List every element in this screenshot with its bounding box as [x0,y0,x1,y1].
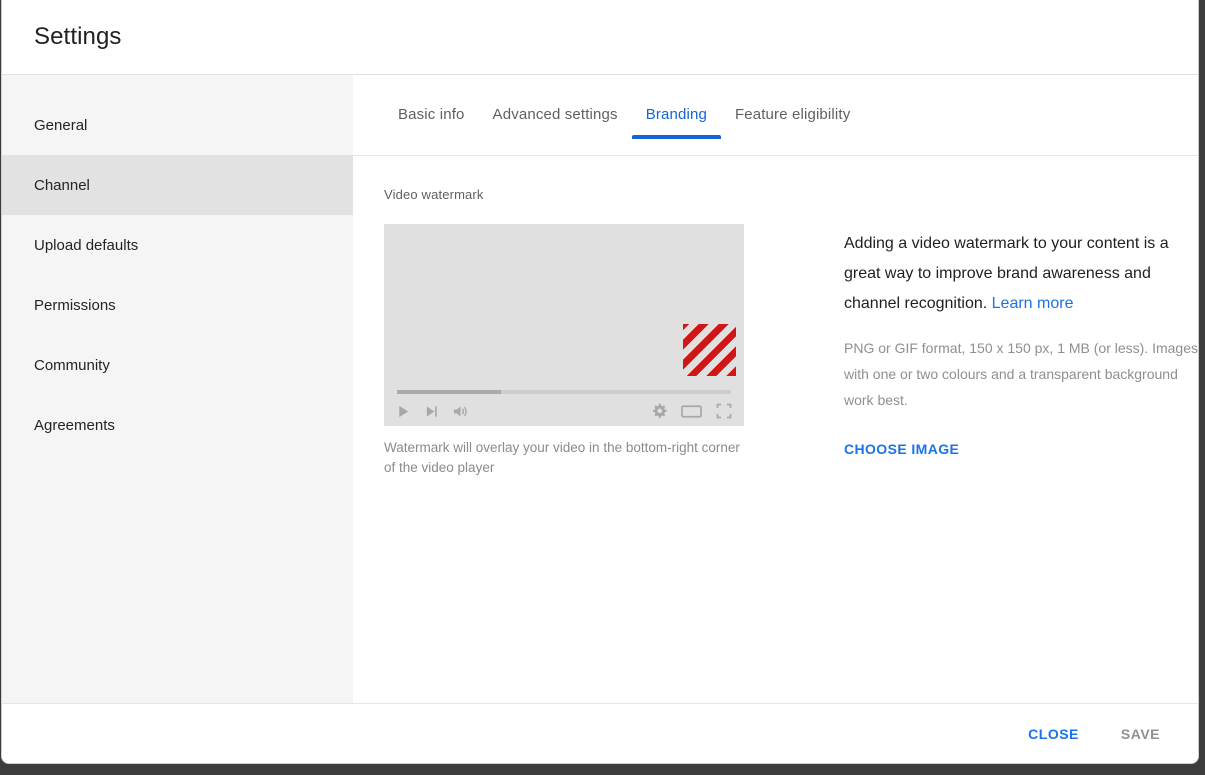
sidebar-item-label: General [34,116,88,134]
dialog-header: Settings [2,0,1198,75]
tab-label: Feature eligibility [734,106,851,123]
video-player-controls [384,396,744,426]
dialog-body: General Channel Upload defaults Permissi… [2,75,1198,703]
volume-icon[interactable] [452,404,469,419]
sidebar-item-agreements[interactable]: Agreements [2,395,353,455]
sidebar-item-channel[interactable]: Channel [2,155,353,215]
tab-label: Basic info [398,106,465,123]
video-player-preview [384,224,744,426]
sidebar-item-general[interactable]: General [2,95,353,155]
player-controls-left [396,404,469,419]
watermark-description-main: Adding a video watermark to your content… [844,229,1198,319]
sidebar-item-label: Channel [34,176,90,194]
sidebar-item-upload-defaults[interactable]: Upload defaults [2,215,353,275]
save-button[interactable]: SAVE [1107,717,1174,751]
page-title: Settings [34,23,122,50]
sidebar-item-community[interactable]: Community [2,335,353,395]
learn-more-link[interactable]: Learn more [992,295,1074,312]
watermark-preview-caption: Watermark will overlay your video in the… [384,440,740,475]
settings-sidebar: General Channel Upload defaults Permissi… [2,75,353,703]
watermark-description-sub: PNG or GIF format, 150 x 150 px, 1 MB (o… [844,340,1198,408]
tab-bar: Basic info Advanced settings Branding Fe… [353,75,1198,156]
close-button[interactable]: CLOSE [1014,717,1093,751]
video-preview-column: Watermark will overlay your video in the… [384,224,744,478]
watermark-placeholder-icon [683,324,736,376]
watermark-description-column: Adding a video watermark to your content… [844,224,1198,459]
tab-basic-info[interactable]: Basic info [384,98,479,139]
tab-advanced-settings[interactable]: Advanced settings [479,98,632,139]
tab-active-underline [631,135,721,139]
video-watermark-section-label: Video watermark [384,187,484,202]
video-watermark-row: Watermark will overlay your video in the… [384,224,1198,478]
sidebar-item-permissions[interactable]: Permissions [2,275,353,335]
next-track-icon[interactable] [424,404,439,419]
tab-label: Branding [645,106,707,123]
sidebar-item-label: Permissions [34,296,116,314]
tab-branding[interactable]: Branding [631,98,721,139]
video-progress-bar[interactable] [397,390,731,394]
tab-feature-eligibility[interactable]: Feature eligibility [721,98,864,139]
choose-image-button[interactable]: CHOOSE IMAGE [844,441,959,457]
tab-label: Advanced settings [492,106,618,123]
fullscreen-icon[interactable] [716,403,732,419]
sidebar-item-label: Community [34,356,110,374]
play-icon[interactable] [396,404,411,419]
branding-panel: Video watermark Watermark will overlay y… [353,156,1198,703]
sidebar-item-label: Agreements [34,416,115,434]
dialog-footer: CLOSE SAVE [2,703,1198,763]
gear-icon[interactable] [651,403,667,419]
settings-content: Basic info Advanced settings Branding Fe… [353,75,1198,703]
theater-mode-icon[interactable] [681,403,702,419]
sidebar-item-label: Upload defaults [34,236,139,254]
player-controls-right [651,403,732,419]
settings-dialog: Settings General Channel Upload defaults… [1,0,1199,764]
video-progress-fill [397,390,501,394]
